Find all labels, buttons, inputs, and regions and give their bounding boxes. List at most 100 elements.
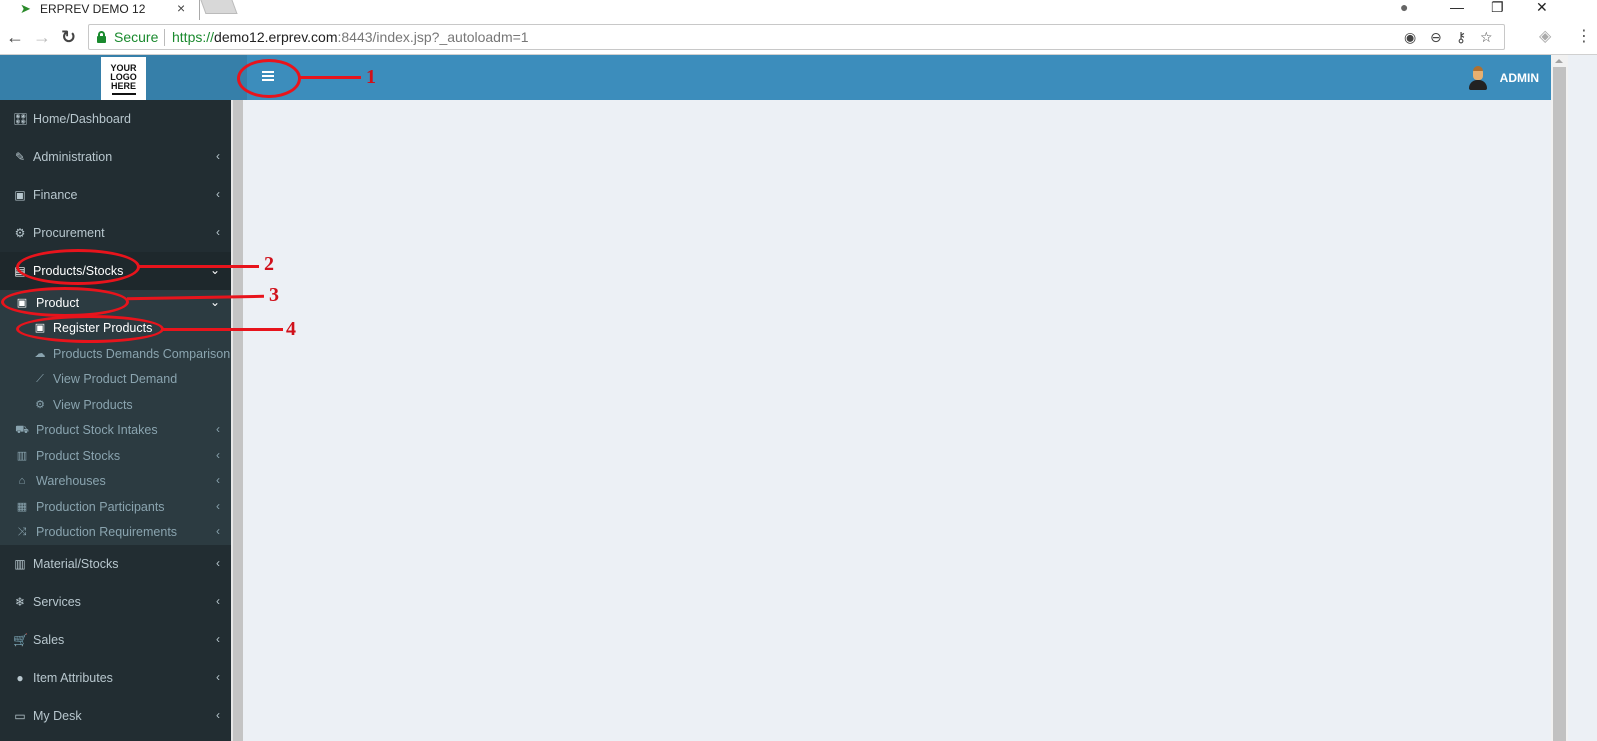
sidebar-item-item-attributes[interactable]: ● Item Attributes ‹ (0, 659, 231, 697)
chevron-left-icon: ‹ (216, 473, 220, 487)
line-chart-icon: ⟋ (36, 373, 44, 385)
sidebar-item-my-desk[interactable]: ▭ My Desk ‹ (0, 697, 231, 735)
sidebar-item-material-stocks[interactable]: ▥ Material/Stocks ‹ (0, 545, 231, 583)
submenu-item-label: Product (36, 296, 80, 310)
bookmark-star-icon[interactable]: ☆ (1480, 28, 1493, 46)
desktop-icon: ▭ (14, 709, 26, 723)
tab-strip: ➤ ERPREV DEMO 12 × ● — ❐ ✕ (0, 0, 1597, 20)
truck-icon: ⛟ (15, 424, 29, 436)
sidebar-item-administration[interactable]: ✎ Administration ‹ (0, 138, 231, 176)
menu-item-view-product-demand[interactable]: ⟋ View Product Demand (0, 366, 231, 391)
reload-icon[interactable]: ↻ (61, 27, 76, 47)
chevron-left-icon: ‹ (216, 422, 220, 436)
submenu-item-product[interactable]: ▣ Product ⌄ (0, 290, 231, 315)
tab-close-icon[interactable]: × (177, 0, 185, 16)
snowflake-icon: ❄ (14, 595, 26, 609)
chevron-left-icon: ‹ (216, 708, 220, 722)
list-circle-icon: ● (16, 671, 24, 685)
minimize-icon[interactable]: — (1450, 0, 1464, 14)
sidebar-item-label: Material/Stocks (33, 557, 119, 571)
chevron-left-icon: ‹ (216, 149, 220, 163)
products-stocks-submenu: ▣ Product ⌄ ▣ Register Products ☁ Produc… (0, 290, 231, 545)
address-bar[interactable]: Secure https://demo12.erprev.com:8443/in… (88, 24, 1505, 50)
key-icon[interactable]: ⚷ (1456, 28, 1466, 46)
new-tab-button[interactable] (200, 0, 238, 14)
chevron-left-icon: ‹ (216, 187, 220, 201)
url-path: :8443/index.jsp?_autoloadm=1 (337, 29, 529, 45)
content-area (243, 100, 1551, 741)
page-scrollbar[interactable] (1551, 55, 1568, 741)
omnibox-separator (164, 29, 165, 46)
sidebar-item-home-dashboard[interactable]: 🎛 Home/Dashboard (0, 100, 231, 138)
url-text[interactable]: https://demo12.erprev.com:8443/index.jsp… (172, 29, 529, 45)
browser-window: ➤ ERPREV DEMO 12 × ● — ❐ ✕ ← → ↻ Secure … (0, 0, 1597, 741)
chevron-left-icon: ‹ (216, 594, 220, 608)
menu-item-label: View Products (53, 398, 133, 412)
tab-title: ERPREV DEMO 12 (40, 2, 146, 16)
logo-line-3: HERE (110, 81, 136, 91)
logo-area: YOUR LOGO HERE (0, 55, 247, 100)
bucket-icon: ▥ (16, 450, 28, 462)
back-icon[interactable]: ← (6, 27, 24, 47)
sidebar-item-label: Procurement (33, 226, 105, 240)
sidebar-item-procurement[interactable]: ⚙ Procurement ‹ (0, 214, 231, 252)
user-name: ADMIN (1499, 71, 1539, 85)
chevron-left-icon: ‹ (216, 556, 220, 570)
close-window-icon[interactable]: ✕ (1536, 0, 1548, 14)
logo[interactable]: YOUR LOGO HERE (101, 57, 146, 100)
app-header: YOUR LOGO HERE ADMIN (0, 55, 1551, 100)
account-icon[interactable]: ● (1400, 0, 1408, 14)
users-icon: ▦ (16, 501, 28, 513)
submenu-item-label: Warehouses (36, 474, 106, 488)
menu-item-register-products[interactable]: ▣ Register Products (0, 315, 231, 340)
dashboard-icon: 🎛 (13, 112, 29, 126)
cube-icon: ▣ (16, 297, 28, 309)
extension-icon[interactable]: ◈ (1539, 28, 1551, 46)
lock-icon (97, 31, 106, 43)
chevron-left-icon: ‹ (216, 499, 220, 513)
submenu-item-label: Product Stock Intakes (36, 423, 158, 437)
sidebar-item-label: Services (33, 595, 81, 609)
submenu-item-production-participants[interactable]: ▦ Production Participants ‹ (0, 494, 231, 519)
scroll-thumb[interactable] (1553, 67, 1566, 741)
sidebar: 🎛 Home/Dashboard ✎ Administration ‹ ▣ Fi… (0, 100, 231, 741)
menu-item-view-products[interactable]: ⚙ View Products (0, 392, 231, 417)
menu-item-label: View Product Demand (53, 372, 178, 386)
submenu-item-label: Production Requirements (36, 525, 178, 539)
logo-underline (111, 93, 136, 95)
sidebar-item-finance[interactable]: ▣ Finance ‹ (0, 176, 231, 214)
submenu-item-product-stocks[interactable]: ▥ Product Stocks ‹ (0, 443, 231, 468)
sidebar-item-services[interactable]: ❄ Services ‹ (0, 583, 231, 621)
cloud-chart-icon: ☁ (34, 348, 46, 360)
sidebar-toggle-button[interactable] (262, 71, 274, 82)
bird-favicon-icon: ➤ (20, 1, 31, 16)
user-avatar-icon (1469, 65, 1487, 90)
cubes-icon: ⚙ (14, 226, 26, 240)
sidebar-item-label: My Desk (33, 709, 82, 723)
browser-tab[interactable]: ➤ ERPREV DEMO 12 × (0, 0, 200, 20)
menu-item-products-demands-comparison[interactable]: ☁ Products Demands Comparison (0, 341, 231, 366)
scroll-up-arrow-icon[interactable] (1555, 59, 1563, 63)
chevron-left-icon: ‹ (216, 225, 220, 239)
browser-menu-icon[interactable]: ⋮ (1576, 28, 1592, 46)
sidebar-item-label: Item Attributes (33, 671, 113, 685)
submenu-item-warehouses[interactable]: ⌂ Warehouses ‹ (0, 468, 231, 493)
shopping-cart-icon: 🛒 (13, 633, 28, 647)
sidebar-item-label: Sales (33, 633, 65, 647)
submenu-item-product-stock-intakes[interactable]: ⛟ Product Stock Intakes ‹ (0, 417, 231, 442)
sidebar-item-products-stocks[interactable]: ▤ Products/Stocks ⌄ (0, 252, 231, 290)
sidebar-item-sales[interactable]: 🛒 Sales ‹ (0, 621, 231, 659)
sidebar-item-label: Products/Stocks (33, 264, 124, 278)
bucket-icon: ▥ (14, 557, 26, 571)
submenu-item-production-requirements[interactable]: ⤨ Production Requirements ‹ (0, 519, 231, 544)
random-icon: ⤨ (17, 526, 27, 538)
restore-icon[interactable]: ❐ (1491, 0, 1504, 14)
zoom-icon[interactable]: ⊖ (1430, 28, 1442, 46)
forward-icon[interactable]: → (33, 27, 51, 47)
location-icon[interactable]: ◉ (1404, 28, 1416, 46)
ticket-icon: ✎ (14, 150, 26, 164)
cube-icon: ▣ (34, 322, 46, 334)
user-menu[interactable]: ADMIN (1439, 65, 1539, 90)
url-host: demo12.erprev.com (214, 29, 338, 45)
sidebar-gutter (231, 100, 243, 741)
